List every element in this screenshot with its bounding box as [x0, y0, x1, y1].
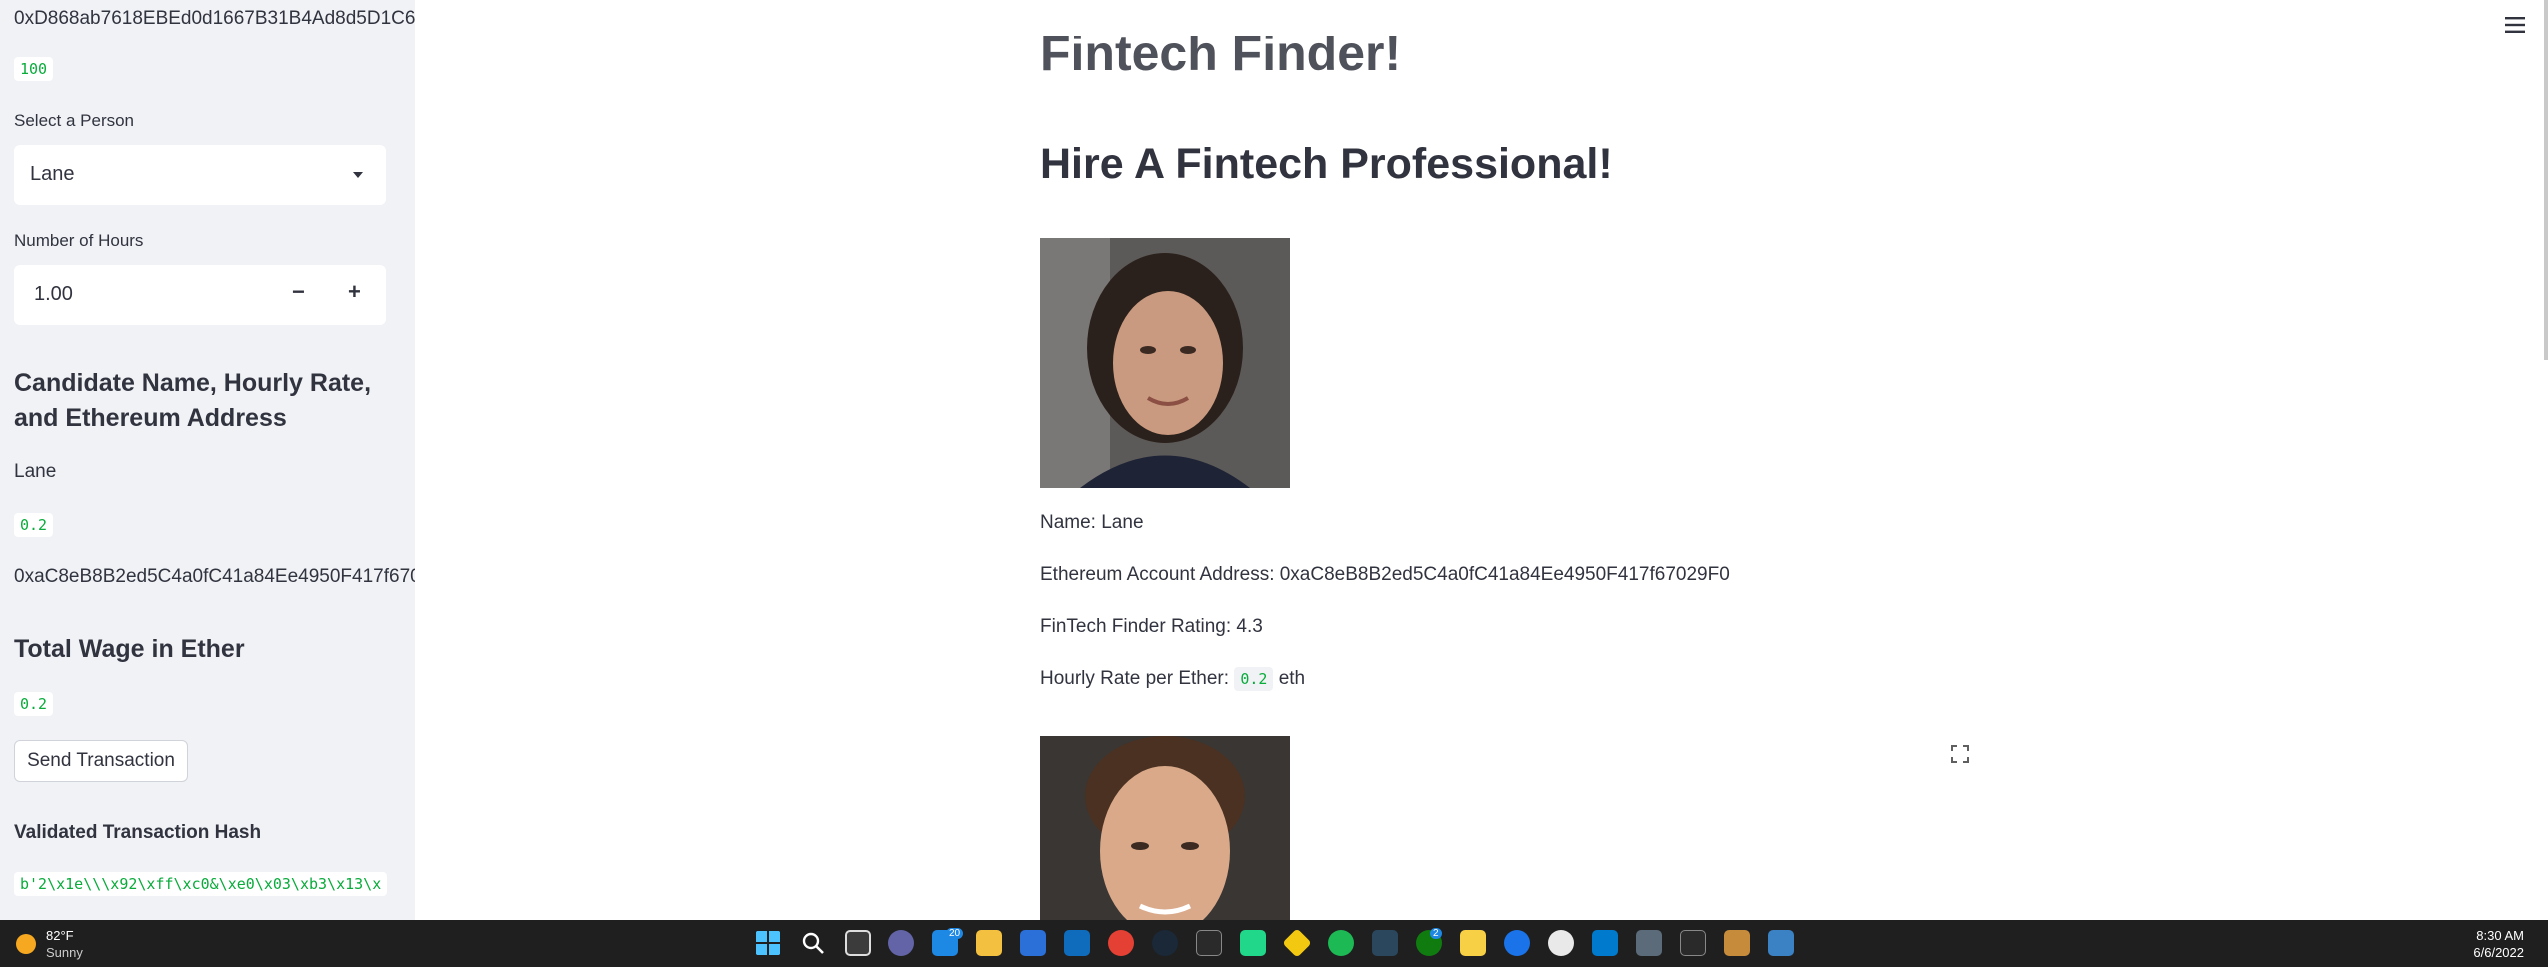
- sticky-notes-icon[interactable]: [1460, 930, 1486, 956]
- select-person-value: Lane: [30, 163, 75, 185]
- chevron-down-icon: [353, 172, 363, 178]
- candidate-rating-line: FinTech Finder Rating: 4.3: [1040, 616, 1263, 637]
- epic-launcher-icon[interactable]: [1680, 930, 1706, 956]
- candidate-rate: 0.2: [14, 513, 54, 537]
- vscode-icon[interactable]: [1592, 930, 1618, 956]
- increment-button[interactable]: +: [348, 279, 361, 305]
- hash-value: b'2\x1e\\\x92\xff\xc0&\xe0\x03\xb3\x13\x: [14, 872, 388, 896]
- account-balance: 100: [14, 57, 54, 81]
- wage-header: Total Wage in Ether: [14, 635, 245, 663]
- rate-suffix: eth: [1278, 668, 1306, 689]
- hours-value: 1.00: [34, 283, 73, 305]
- hours-number-input[interactable]: 1.00 − +: [14, 265, 386, 325]
- scrollbar[interactable]: [2544, 0, 2548, 360]
- search-icon[interactable]: [800, 930, 826, 956]
- weather-sun-icon: [16, 934, 36, 954]
- decrement-button[interactable]: −: [292, 279, 305, 305]
- ganache-icon[interactable]: [1282, 928, 1312, 958]
- messenger-icon[interactable]: [1504, 930, 1530, 956]
- store-icon[interactable]: [1020, 930, 1046, 956]
- windows-start-icon[interactable]: [755, 930, 781, 956]
- page-subtitle: Hire A Fintech Professional!: [1040, 140, 1613, 188]
- select-person-dropdown[interactable]: Lane: [14, 145, 386, 205]
- task-view-icon[interactable]: [845, 930, 871, 956]
- notepad-icon[interactable]: [1768, 930, 1794, 956]
- spotify-icon[interactable]: [1328, 930, 1354, 956]
- candidate-photo-lane: [1040, 238, 1290, 488]
- weather-text: Sunny: [46, 945, 83, 960]
- page-title: Fintech Finder!: [1040, 25, 1402, 81]
- chrome-icon[interactable]: [1108, 930, 1134, 956]
- xbox-badge: 2: [1430, 928, 1442, 939]
- candidate-photo-2: [1040, 736, 1290, 920]
- hours-label: Number of Hours: [14, 231, 144, 250]
- steam-client-icon[interactable]: [1372, 930, 1398, 956]
- calculator-icon[interactable]: [1636, 930, 1662, 956]
- fullscreen-icon[interactable]: [1950, 744, 1970, 764]
- candidate-name: Lane: [14, 461, 57, 482]
- file-explorer-icon[interactable]: [976, 930, 1002, 956]
- pycharm-icon[interactable]: [1240, 930, 1266, 956]
- clock-date[interactable]: 6/6/2022: [2473, 945, 2524, 960]
- candidate-address-line: Ethereum Account Address: 0xaC8eB8B2ed5C…: [1040, 564, 1730, 585]
- steam-icon[interactable]: [1152, 930, 1178, 956]
- candidate-name-line: Name: Lane: [1040, 512, 1144, 533]
- hamburger-menu-icon[interactable]: [2505, 16, 2525, 34]
- rate-value: 0.2: [1234, 667, 1274, 691]
- package-icon[interactable]: [1724, 930, 1750, 956]
- main-content: Fintech Finder! Hire A Fintech Professio…: [415, 0, 2548, 920]
- candidate-rate-line: Hourly Rate per Ether: 0.2 eth: [1040, 667, 1306, 691]
- clock-time[interactable]: 8:30 AM: [2476, 928, 2524, 943]
- hash-label: Validated Transaction Hash: [14, 822, 262, 843]
- account-address: 0xD868ab7618EBEd0d1667B31B4Ad8d5D1C6FA: [14, 8, 415, 29]
- wage-value: 0.2: [14, 692, 54, 716]
- notification-badge: 20: [946, 928, 964, 939]
- taskbar: 82°F Sunny 20 2 8:30 AM 6/6/2022: [0, 920, 2548, 967]
- candidate-address: 0xaC8eB8B2ed5C4a0fC41a84Ee4950F417f67029…: [14, 566, 415, 587]
- weather-temp: 82°F: [46, 928, 74, 943]
- rate-prefix: Hourly Rate per Ether:: [1040, 668, 1230, 689]
- send-transaction-button[interactable]: Send Transaction: [14, 740, 188, 782]
- candidate-header: Candidate Name, Hourly Rate, and Ethereu…: [14, 369, 372, 432]
- sidebar: 0xD868ab7618EBEd0d1667B31B4Ad8d5D1C6FA 1…: [0, 0, 415, 920]
- epic-games-icon[interactable]: [1196, 930, 1222, 956]
- mail-icon[interactable]: [1064, 930, 1090, 956]
- photos-icon[interactable]: [1548, 930, 1574, 956]
- chat-icon[interactable]: [888, 930, 914, 956]
- select-person-label: Select a Person: [14, 111, 135, 130]
